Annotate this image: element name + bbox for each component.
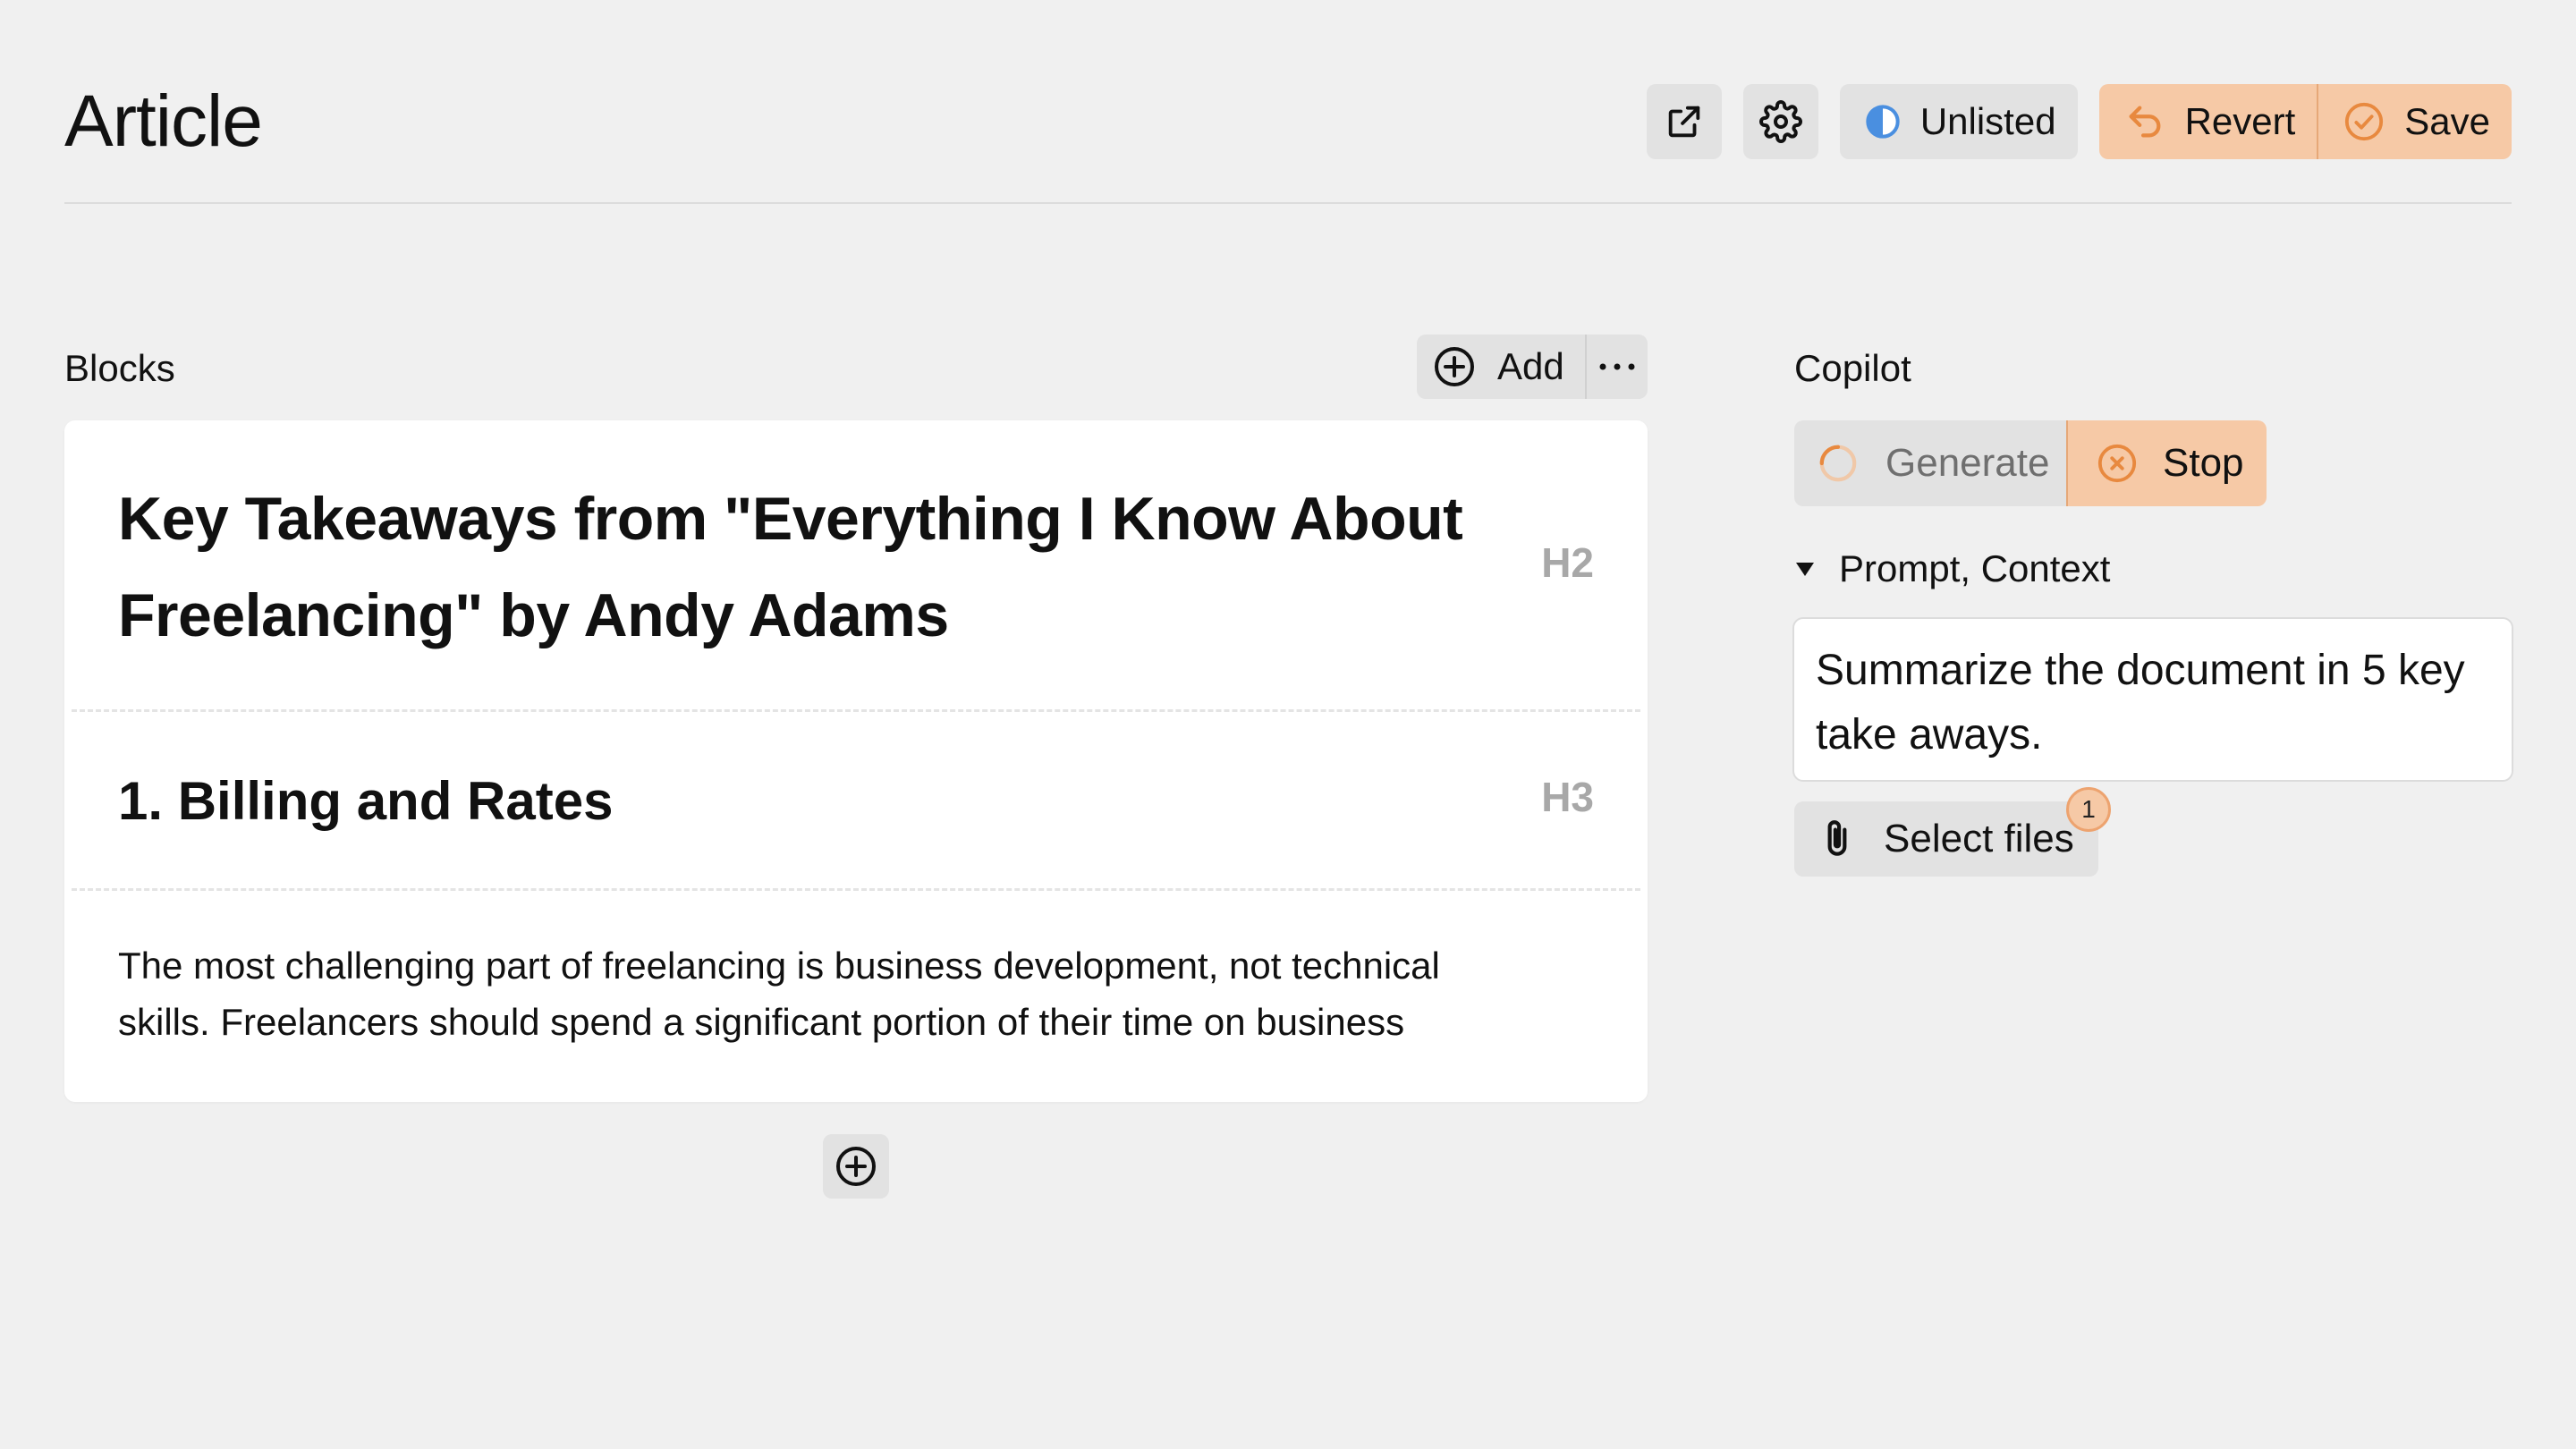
half-circle-icon	[1865, 104, 1901, 140]
files-count-badge: 1	[2066, 787, 2111, 832]
ellipsis-icon	[1596, 360, 1639, 373]
blocks-list: Key Takeaways from "Everything I Know Ab…	[64, 420, 1648, 1102]
check-circle-icon	[2343, 101, 2385, 142]
generate-label: Generate	[1885, 441, 2050, 485]
triangle-down-icon	[1794, 560, 1816, 578]
block-heading-2[interactable]: Key Takeaways from "Everything I Know Ab…	[72, 420, 1640, 712]
block-text[interactable]: The most challenging part of freelancing…	[118, 937, 1513, 1050]
add-block-label: Add	[1497, 345, 1564, 387]
revert-label: Revert	[2184, 100, 2296, 142]
add-block-button[interactable]: Add	[1417, 335, 1585, 399]
spinner-icon	[1818, 443, 1859, 484]
block-text[interactable]: 1. Billing and Rates	[118, 766, 1513, 837]
paperclip-icon	[1818, 817, 1857, 861]
prompt-context-toggle[interactable]: Prompt, Context	[1794, 544, 2110, 594]
block-heading-3[interactable]: 1. Billing and Rates H3	[72, 712, 1640, 891]
block-type-tag: H3	[1541, 774, 1594, 820]
stop-button[interactable]: Stop	[2066, 420, 2267, 506]
blocks-toolbar: Add	[1417, 335, 1648, 399]
settings-button[interactable]	[1742, 84, 1818, 159]
header-actions: Unlisted Revert Save	[1646, 84, 2512, 159]
open-external-button[interactable]	[1646, 84, 1722, 159]
visibility-label: Unlisted	[1919, 100, 2056, 142]
plus-circle-icon	[1433, 345, 1476, 388]
header: Article Unlisted Revert Save	[64, 79, 2512, 204]
select-files-label: Select files	[1884, 817, 2074, 860]
add-block-below-button[interactable]	[823, 1134, 889, 1199]
more-options-button[interactable]	[1585, 335, 1648, 399]
visibility-button[interactable]: Unlisted	[1839, 84, 2078, 159]
page: Article Unlisted Revert Save Blocks Add …	[0, 0, 2576, 1449]
x-circle-icon	[2097, 443, 2138, 484]
prompt-textarea[interactable]: Summarize the document in 5 key take awa…	[1792, 617, 2513, 782]
save-button[interactable]: Save	[2317, 84, 2512, 159]
plus-circle-icon	[835, 1145, 877, 1188]
gear-icon	[1758, 100, 1802, 143]
revert-button[interactable]: Revert	[2098, 84, 2318, 159]
undo-arrow-icon	[2124, 101, 2165, 142]
prompt-context-label: Prompt, Context	[1839, 547, 2111, 589]
block-text[interactable]: Key Takeaways from "Everything I Know Ab…	[118, 470, 1513, 664]
save-label: Save	[2404, 100, 2490, 142]
external-link-icon	[1664, 101, 1705, 142]
copilot-heading: Copilot	[1794, 347, 1911, 389]
blocks-heading: Blocks	[64, 347, 175, 389]
page-title: Article	[64, 80, 263, 162]
copilot-actions: Generate Stop	[1794, 420, 2267, 506]
select-files-button[interactable]: Select files	[1794, 801, 2098, 877]
block-type-tag: H2	[1541, 539, 1594, 586]
revert-save-group: Revert Save	[2098, 84, 2512, 159]
block-paragraph[interactable]: The most challenging part of freelancing…	[72, 891, 1640, 1102]
stop-label: Stop	[2163, 441, 2244, 485]
generate-button[interactable]: Generate	[1794, 420, 2066, 506]
